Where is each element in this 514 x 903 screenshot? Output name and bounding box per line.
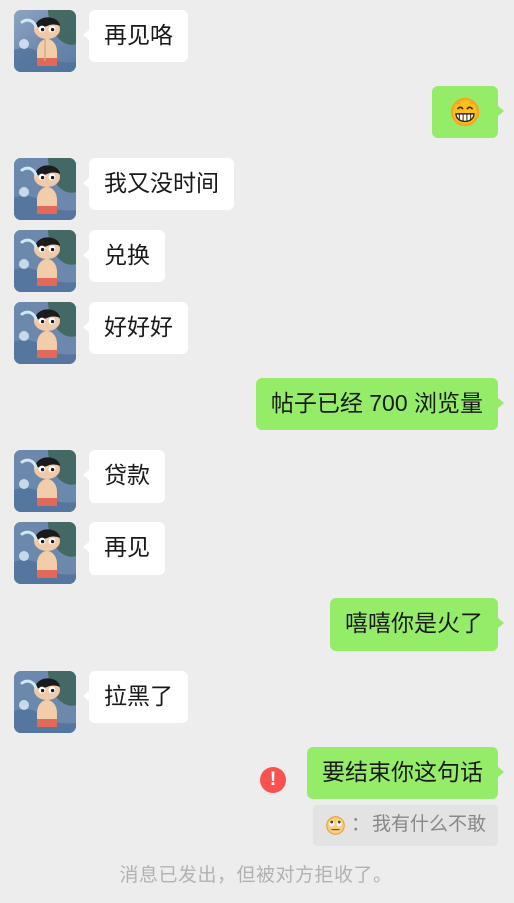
system-notice: 消息已发出，但被对方拒收了。: [119, 865, 393, 887]
face-with-rolling-eyes-emoji: [325, 815, 346, 836]
quoted-reply-text: 我有什么不敢: [371, 814, 486, 836]
message-bubble[interactable]: 要结束你这句话: [307, 746, 504, 800]
quoted-reply[interactable]: ： 我有什么不敢: [312, 805, 498, 847]
message-error-icon[interactable]: !: [260, 766, 286, 793]
message-row-incoming: 我又没时间: [14, 158, 498, 220]
grinning-face-emoji: [448, 95, 482, 129]
avatar[interactable]: [14, 450, 76, 513]
avatar[interactable]: [14, 158, 76, 220]
quoted-reply-row: ： 我有什么不敢: [14, 805, 498, 847]
avatar[interactable]: [14, 670, 76, 733]
message-bubble[interactable]: 贷款: [83, 450, 165, 503]
message-row-incoming: 拉黑了: [14, 670, 498, 733]
avatar[interactable]: [14, 230, 76, 292]
avatar[interactable]: [14, 302, 76, 364]
message-bubble[interactable]: 拉黑了: [83, 670, 188, 724]
message-bubble-emoji[interactable]: [432, 86, 504, 138]
message-row-incoming: 贷款: [14, 450, 498, 513]
avatar[interactable]: [14, 522, 76, 585]
message-row-incoming: 再见咯: [14, 10, 498, 72]
message-row-outgoing: 帖子已经 700 浏览量: [14, 378, 505, 431]
message-bubble[interactable]: 再见咯: [83, 10, 188, 63]
message-bubble[interactable]: 好好好: [83, 302, 188, 355]
message-row-incoming: 再见: [14, 522, 498, 585]
message-row-outgoing: 嘻嘻你是火了: [14, 598, 504, 651]
message-bubble[interactable]: 再见: [83, 522, 165, 575]
quoted-reply-separator: ：: [350, 814, 370, 836]
message-row-incoming: 好好好: [14, 302, 498, 364]
message-bubble[interactable]: 帖子已经 700 浏览量: [255, 378, 505, 431]
chat-conversation: 再见咯 我又没时间 兑换 好好好 帖子已经 700 浏览量 贷款 再见 嘻嘻你是…: [0, 0, 514, 903]
message-row-outgoing: [14, 86, 504, 138]
message-bubble[interactable]: 我又没时间: [83, 158, 234, 211]
message-bubble[interactable]: 嘻嘻你是火了: [330, 598, 504, 651]
avatar[interactable]: [14, 10, 76, 72]
message-bubble[interactable]: 兑换: [83, 230, 165, 283]
message-row-outgoing-failed: ! 要结束你这句话: [14, 746, 504, 800]
message-row-incoming: 兑换: [14, 230, 498, 292]
